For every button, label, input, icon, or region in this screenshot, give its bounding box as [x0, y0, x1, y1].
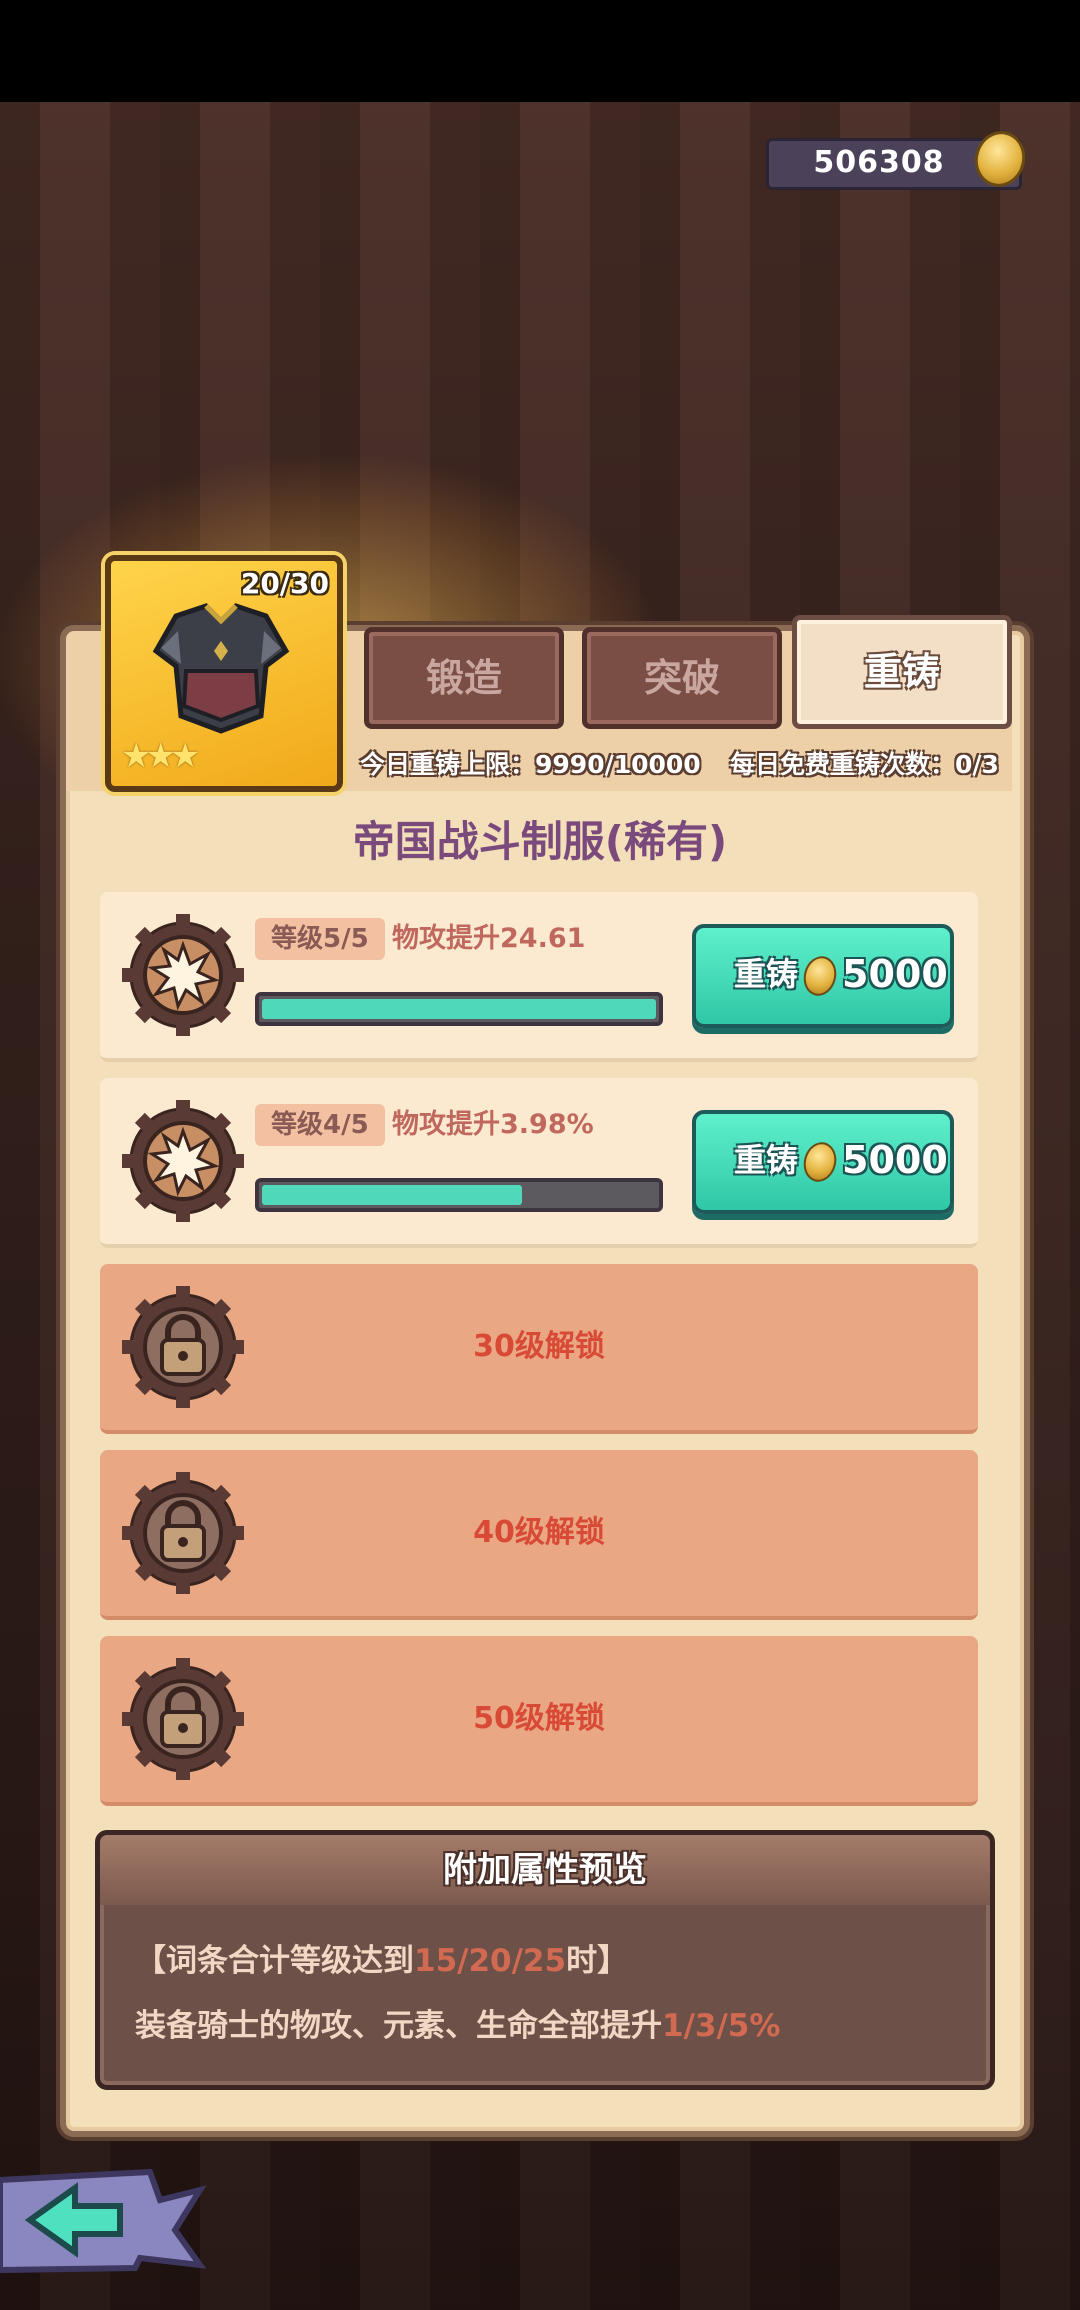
preview-condition: 【词条合计等级达到15/20/25时】 [135, 1935, 628, 1980]
tab-forge-label: 锻造 [425, 656, 502, 700]
tab-forge[interactable]: 锻造 [364, 627, 564, 729]
preview-effect-text: 装备骑士的物攻、元素、生命全部提升 [135, 2008, 662, 2044]
status-bar [0, 0, 1080, 102]
affix-row: 等级4/5 物攻提升3.98% 重铸 5000 [100, 1078, 978, 1248]
gold-amount: 506308 [813, 145, 945, 180]
explosion-gear-icon [122, 1100, 244, 1222]
preview-condition-levels: 15/20/25 [414, 1943, 567, 1979]
free-count-value: 0/3 [955, 750, 999, 779]
gold-counter: 506308 [766, 125, 1032, 193]
tab-reforge[interactable]: 重铸 [792, 615, 1012, 729]
unlock-requirement: 40级解锁 [473, 1515, 605, 1550]
locked-slot: 30级解锁 [100, 1264, 978, 1434]
affix-row: 等级5/5 物攻提升24.61 重铸 5000 [100, 892, 978, 1062]
gold-coin-icon [799, 952, 841, 1000]
free-count-label: 每日免费重铸次数： [730, 750, 956, 779]
affix-stat: 物攻提升3.98% [392, 1109, 594, 1140]
affix-stat: 物攻提升24.61 [392, 923, 586, 954]
equipment-name: 帝国战斗制服(稀有) [352, 817, 728, 866]
reforge-button[interactable]: 重铸 5000 [692, 1110, 954, 1214]
daily-limit-label: 今日重铸上限： [360, 750, 536, 779]
reforge-button[interactable]: 重铸 5000 [692, 924, 954, 1028]
affix-progress-bar [255, 1178, 663, 1212]
reforge-cost: 5000 [842, 1138, 948, 1182]
locked-slot: 50级解锁 [100, 1636, 978, 1806]
bonus-preview-box: 附加属性预览 【词条合计等级达到15/20/25时】 装备骑士的物攻、元素、生命… [95, 1830, 995, 2090]
preview-condition-prefix: 【词条合计等级达到 [135, 1943, 414, 1979]
reforge-cost: 5000 [842, 952, 948, 996]
rarity-stars: ★★★ [121, 736, 200, 776]
preview-title-bar: 附加属性预览 [100, 1835, 990, 1905]
equipment-card[interactable]: 20/30 ★★★ [105, 555, 343, 792]
tab-breakthrough-label: 突破 [643, 656, 720, 700]
preview-title: 附加属性预览 [443, 1850, 647, 1890]
unlock-requirement: 30级解锁 [473, 1329, 605, 1364]
tab-breakthrough[interactable]: 突破 [582, 627, 782, 729]
reforge-button-label: 重铸 [734, 955, 799, 993]
preview-effect-values: 1/3/5% [662, 2008, 781, 2044]
reforge-button-label: 重铸 [734, 1141, 799, 1179]
item-level: 20/30 [240, 567, 329, 600]
tab-reforge-label: 重铸 [863, 650, 940, 694]
explosion-gear-icon [122, 914, 244, 1036]
affix-progress-fill [262, 1185, 522, 1205]
free-reforge-count: 每日免费重铸次数：0/3 [730, 745, 999, 781]
preview-condition-suffix: 时】 [566, 1943, 629, 1979]
gold-coin-icon [799, 1138, 841, 1186]
locked-slot: 40级解锁 [100, 1450, 978, 1620]
affix-level: 等级5/5 [255, 918, 385, 960]
affix-progress-fill [262, 999, 656, 1019]
armor-icon [152, 603, 290, 734]
affix-progress-bar [255, 992, 663, 1026]
affix-level: 等级4/5 [255, 1104, 385, 1146]
preview-effect: 装备骑士的物攻、元素、生命全部提升1/3/5% [135, 2000, 780, 2045]
unlock-requirement: 50级解锁 [473, 1701, 605, 1736]
back-arrow-icon[interactable] [0, 2160, 210, 2280]
daily-limit-value: 9990/10000 [535, 750, 701, 779]
daily-limit: 今日重铸上限：9990/10000 [360, 745, 701, 781]
